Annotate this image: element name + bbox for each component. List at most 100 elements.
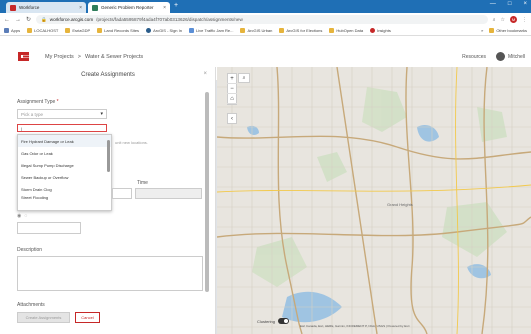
map-attribution: Esri Canada, Esri, HERE, Garmin, INCREME… [300,324,410,328]
new-tab-button[interactable]: + [174,2,178,9]
workforce-logo-icon[interactable] [18,52,29,61]
label-text: Assignment Type [17,99,56,105]
select-placeholder: Pick a type [21,112,44,117]
url-field[interactable]: 🔒 workforce.arcgis.com/projects/fada5595… [36,15,488,24]
bookmark-item[interactable]: Insights [370,28,391,33]
map-search-button[interactable]: ⌕ [238,73,250,83]
dropdown-option[interactable]: Storm Drain Clog [18,183,111,195]
dropdown-option[interactable]: Sewer Backup or Overflow [18,171,111,183]
breadcrumb-separator: > [77,54,81,60]
browser-toolbar-right: ⌕ ☆ M ⋮ [493,16,527,23]
close-window-icon[interactable]: × [523,1,527,7]
bookmark-item[interactable]: LOCALHOST [27,28,58,33]
user-avatar [496,52,506,61]
collapse-panel-button[interactable]: ‹ [227,113,237,124]
folder-icon [27,28,33,33]
create-assignments-button[interactable]: Create Assignments [17,312,70,323]
map-view[interactable]: Grand Heights [217,67,531,334]
chevron-down-icon: ▾ [100,111,103,117]
bookmark-label: Live Traffic Jam Re... [195,28,234,33]
folder-icon [65,28,71,33]
map-place-label: Grand Heights [387,202,413,207]
bookmark-item[interactable]: ArcGIS for Elections [279,28,322,33]
bookmark-label: Apps [11,28,21,33]
breadcrumb-project: Water & Sewer Projects [84,54,144,60]
bookmark-item[interactable]: Apps [4,28,20,33]
priority-controls: ◉ ◌ [17,213,27,219]
location-hint: unit new locations. [115,140,148,145]
bookmark-item[interactable]: Land Records Sites [97,28,139,33]
bookmark-label: Insights [377,28,391,33]
zoom-out-button[interactable]: − [227,84,237,94]
folder-icon [240,28,246,33]
url-path: /projects/fada5595879f4ada4f707ab0313626… [96,17,243,22]
close-tab-icon[interactable]: × [163,5,166,11]
bookmark-label: ArcGIS - Sign In [153,28,182,33]
dropdown-scrollbar[interactable] [107,140,110,172]
workforce-favicon-icon [10,4,16,11]
attachments-label: Attachments [17,302,45,308]
traffic-icon [188,28,194,33]
folder-icon [97,28,103,33]
home-button[interactable]: ⌂ [227,94,237,104]
tab-workforce[interactable]: Workforce × [6,2,86,13]
clustering-control: Clustering [257,318,290,324]
more-bookmarks-icon[interactable]: » [481,28,483,33]
survey-favicon-icon [92,4,98,11]
profile-avatar[interactable]: M [510,16,517,23]
bookmark-item[interactable]: Live Traffic Jam Re... [188,28,234,33]
bookmark-item[interactable]: ArcGIS - Sign In [146,28,182,33]
search-icon: ⌕ [242,75,246,81]
bookmarks-bar: Apps LOCALHOST EsriaGDP Land Records Sit… [0,26,531,36]
bookmark-item[interactable]: ArcGIS Urban [240,28,272,33]
tab-title: Generic Problem Reporter [101,5,154,10]
insights-icon [370,28,376,33]
basemap [217,67,531,334]
description-label: Description [17,247,43,253]
priority-icon[interactable]: ◉ [17,213,21,219]
type-filter-input[interactable]: | [17,124,107,132]
bookmark-item[interactable]: HubOpen Data [329,28,363,33]
folder-icon [489,28,495,33]
breadcrumb: My Projects > Water & Sewer Projects [45,54,143,60]
search-icon[interactable]: ⌕ [493,17,496,23]
create-assignments-panel: Create Assignments × Assignment Type * P… [0,67,216,334]
date-input[interactable] [112,188,132,199]
assignment-type-select[interactable]: Pick a type ▾ [17,109,107,119]
assignment-type-dropdown: Fire Hydrant Damage or Leak Gas Odor or … [17,134,112,211]
tab-generic-problem-reporter[interactable]: Generic Problem Reporter × [88,2,170,13]
clustering-toggle[interactable] [278,318,290,324]
close-tab-icon[interactable]: × [79,5,82,11]
bookmark-label: LOCALHOST [34,28,59,33]
bookmark-label: Other bookmarks [496,28,527,33]
forward-icon[interactable]: → [15,17,21,23]
maximize-icon[interactable]: □ [508,1,512,7]
dropdown-option[interactable]: Illegal Sump Pump Discharge [18,159,111,171]
bookmark-item[interactable]: EsriaGDP [65,28,90,33]
panel-scrollbar[interactable] [205,92,209,292]
dropdown-option[interactable]: Street Flooding [18,195,111,200]
close-icon[interactable]: × [203,71,207,77]
resources-menu[interactable]: Resources [462,54,486,60]
breadcrumb-my-projects[interactable]: My Projects [45,54,74,60]
browser-tab-bar: Workforce × Generic Problem Reporter × +… [0,0,531,13]
work-order-input[interactable] [17,222,81,234]
reload-icon[interactable]: ↻ [26,16,31,23]
apps-icon [4,28,9,33]
minimize-icon[interactable]: — [490,1,496,7]
folder-icon [329,28,335,33]
tab-title: Workforce [19,5,40,10]
description-textarea[interactable] [17,256,203,291]
arcgis-icon [146,28,152,33]
star-icon[interactable]: ☆ [501,17,505,23]
back-icon[interactable]: ← [4,17,10,23]
cancel-button[interactable]: Cancel [75,312,100,323]
menu-icon[interactable]: ⋮ [522,17,527,23]
zoom-in-button[interactable]: + [227,74,237,84]
time-input[interactable] [135,188,202,199]
other-bookmarks[interactable]: Other bookmarks [489,28,527,33]
dropdown-option[interactable]: Gas Odor or Leak [18,147,111,159]
user-menu[interactable]: Mitchell [496,52,525,61]
dropdown-option[interactable]: Fire Hydrant Damage or Leak [18,135,111,147]
folder-icon [279,28,285,33]
